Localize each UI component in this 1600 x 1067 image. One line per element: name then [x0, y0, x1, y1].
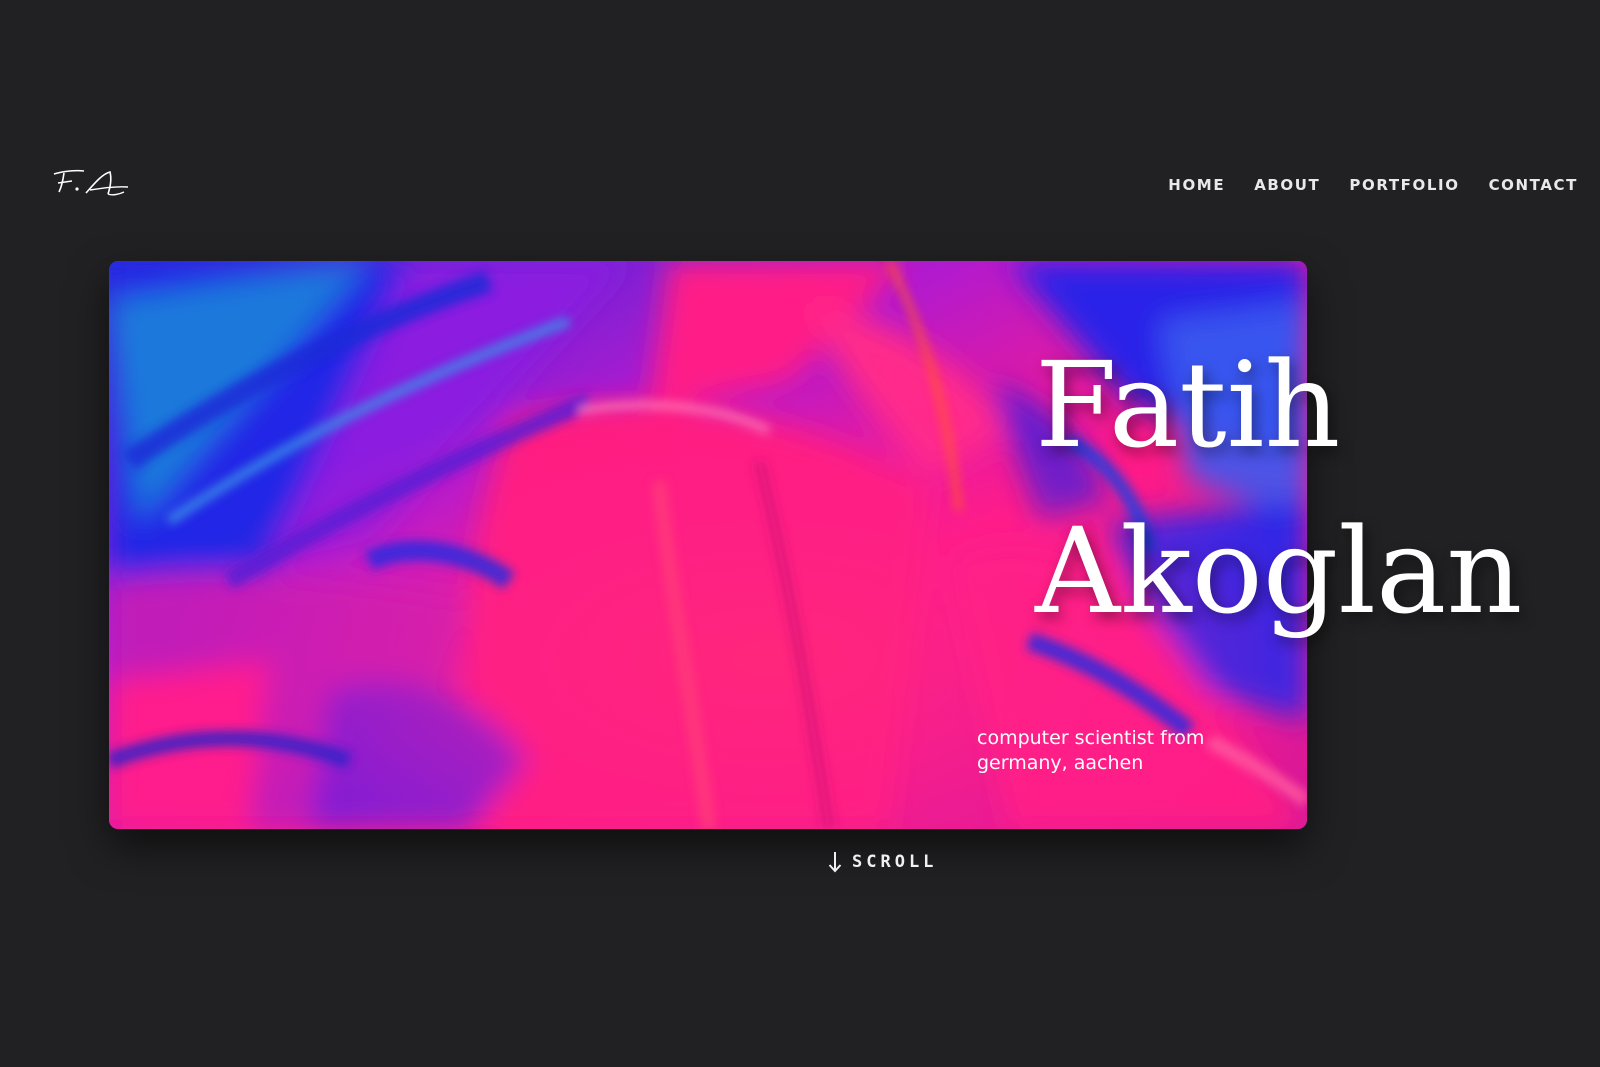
nav-about[interactable]: ABOUT [1254, 176, 1320, 194]
hero-subtitle: computer scientist from germany, aachen [977, 726, 1237, 776]
scroll-button[interactable]: SCROLL [828, 851, 937, 873]
subtitle-line-2: germany, aachen [977, 752, 1144, 774]
subtitle-line-1: computer scientist from [977, 727, 1205, 749]
last-name: Akoglan [1035, 502, 1523, 640]
site-logo[interactable] [50, 162, 130, 204]
nav-portfolio[interactable]: PORTFOLIO [1349, 176, 1459, 194]
main-nav: HOME ABOUT PORTFOLIO CONTACT [1168, 176, 1578, 194]
nav-contact[interactable]: CONTACT [1489, 176, 1578, 194]
hero-name: Fatih Akoglan [1035, 322, 1522, 654]
nav-home[interactable]: HOME [1168, 176, 1225, 194]
signature-logo-icon [53, 169, 129, 196]
first-name: Fatih [1035, 336, 1341, 474]
arrow-down-icon [828, 851, 842, 873]
scroll-label: SCROLL [852, 852, 938, 872]
